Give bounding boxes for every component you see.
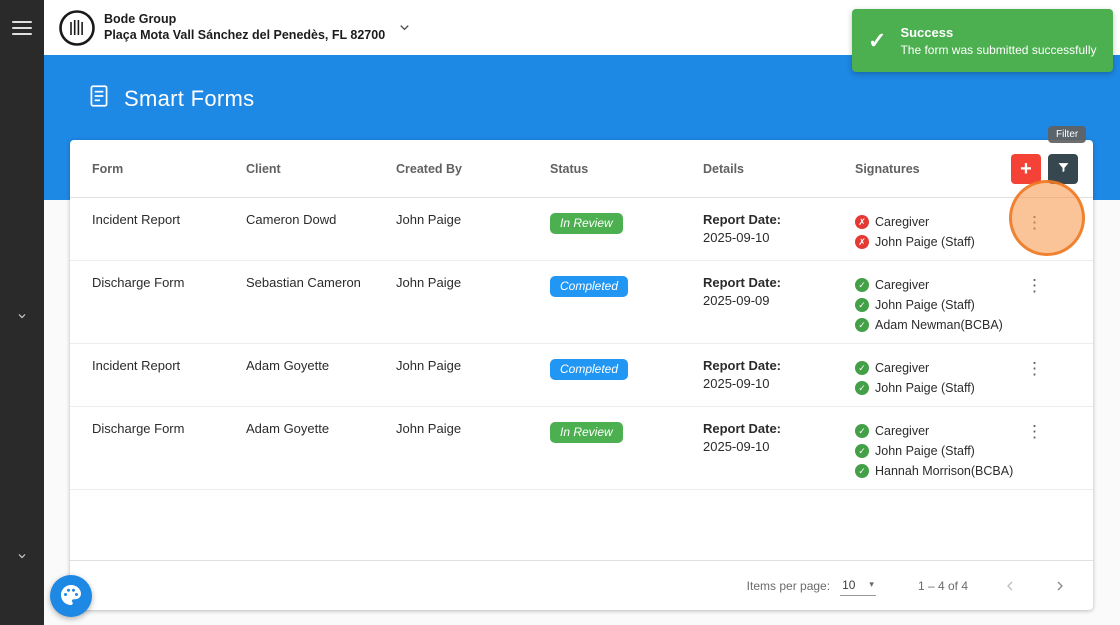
signature-signed-icon: ✓ (855, 318, 869, 332)
column-header-signatures: Signatures (855, 161, 920, 176)
column-header-details: Details (703, 161, 744, 176)
add-form-button[interactable]: + (1011, 154, 1041, 184)
signature-missing-icon: ✗ (855, 235, 869, 249)
report-date-label: Report Date: (703, 421, 782, 436)
signature-name: Caregiver (875, 361, 930, 375)
details-cell: Report Date: 2025-09-09 (703, 272, 855, 308)
table-row: Incident Report Cameron Dowd John Paige … (70, 198, 1093, 261)
org-address: Plaça Mota Vall Sánchez del Penedès, FL … (104, 27, 386, 42)
toast-check-icon: ✓ (868, 27, 887, 53)
signature-signed-icon: ✓ (855, 278, 869, 292)
menu-icon[interactable] (12, 21, 32, 35)
column-header-created-by: Created By (396, 161, 462, 176)
client-cell: Adam Goyette (246, 421, 330, 436)
org-name: Bode Group (104, 11, 177, 26)
signature-name: Caregiver (875, 215, 930, 229)
signature-name: Hannah Morrison(BCBA) (875, 464, 1014, 478)
sidebar (0, 0, 44, 625)
signatures-cell: ✗ Caregiver ✗ John Paige (Staff) (855, 209, 1020, 252)
details-cell: Report Date: 2025-09-10 (703, 209, 855, 245)
signatures-cell: ✓ Caregiver ✓ John Paige (Staff) (855, 355, 1020, 398)
report-date-label: Report Date: (703, 212, 782, 227)
form-cell: Incident Report (92, 212, 181, 227)
signature-signed-icon: ✓ (855, 298, 869, 312)
report-date-label: Report Date: (703, 275, 782, 290)
theme-palette-button[interactable] (50, 575, 92, 617)
select-caret-icon: ▾ (869, 579, 874, 589)
next-page-button[interactable] (1052, 578, 1068, 594)
report-date-value: 2025-09-10 (703, 230, 770, 245)
signature-signed-icon: ✓ (855, 444, 869, 458)
status-badge: Completed (550, 276, 629, 297)
column-header-form: Form (92, 161, 124, 176)
details-cell: Report Date: 2025-09-10 (703, 418, 855, 454)
table-row: Incident Report Adam Goyette John Paige … (70, 344, 1093, 407)
report-date-label: Report Date: (703, 358, 782, 373)
filter-button[interactable] (1048, 154, 1078, 184)
column-header-status: Status (550, 161, 589, 176)
filter-tooltip: Filter (1048, 126, 1087, 143)
row-menu-button[interactable]: ⋮ (1020, 360, 1049, 377)
items-per-page-label: Items per page: (746, 578, 831, 593)
sidebar-chevron-down-icon[interactable] (0, 550, 44, 562)
form-cell: Discharge Form (92, 275, 185, 290)
status-badge: In Review (550, 213, 623, 234)
signature-signed-icon: ✓ (855, 381, 869, 395)
details-cell: Report Date: 2025-09-10 (703, 355, 855, 391)
org-logo-icon (58, 9, 96, 47)
signature-name: John Paige (Staff) (875, 381, 975, 395)
created-by-cell: John Paige (396, 275, 462, 290)
form-cell: Discharge Form (92, 421, 185, 436)
report-date-value: 2025-09-10 (703, 439, 770, 454)
items-per-page-select[interactable]: 10 ▾ (840, 576, 876, 596)
table-row: Discharge Form Adam Goyette John Paige I… (70, 407, 1093, 490)
column-header-client: Client (246, 161, 281, 176)
created-by-cell: John Paige (396, 212, 462, 227)
status-badge: Completed (550, 359, 629, 380)
page-title: Smart Forms (124, 85, 255, 111)
signature-signed-icon: ✓ (855, 361, 869, 375)
filter-icon (1056, 160, 1071, 178)
success-toast: ✓ Success The form was submitted success… (852, 9, 1113, 72)
report-date-value: 2025-09-09 (703, 293, 770, 308)
signature-missing-icon: ✗ (855, 215, 869, 229)
signature-name: Adam Newman(BCBA) (875, 318, 1003, 332)
signatures-cell: ✓ Caregiver ✓ John Paige (Staff) ✓ Adam New… (855, 272, 1020, 335)
status-badge: In Review (550, 422, 623, 443)
signature-name: Caregiver (875, 424, 930, 438)
sidebar-chevron-down-icon[interactable] (0, 310, 44, 322)
toast-message: The form was submitted successfully (900, 42, 1097, 57)
palette-icon (59, 583, 83, 610)
signature-name: John Paige (Staff) (875, 444, 975, 458)
signature-signed-icon: ✓ (855, 464, 869, 478)
smart-forms-table-card: Form Client Created By Status Details Si… (70, 140, 1093, 610)
client-cell: Cameron Dowd (246, 212, 337, 227)
client-cell: Sebastian Cameron (246, 275, 361, 290)
page-range-label: 1 – 4 of 4 (917, 578, 968, 593)
created-by-cell: John Paige (396, 358, 462, 373)
table-row: Discharge Form Sebastian Cameron John Pa… (70, 261, 1093, 344)
org-info: Bode Group Plaça Mota Vall Sánchez del P… (104, 12, 385, 43)
smart-forms-icon (86, 83, 112, 114)
previous-page-button[interactable] (1002, 578, 1018, 594)
created-by-cell: John Paige (396, 421, 462, 436)
paginator: Items per page: 10 ▾ 1 – 4 of 4 (70, 560, 1093, 610)
table-header-row: Form Client Created By Status Details Si… (70, 140, 1093, 198)
signature-name: John Paige (Staff) (875, 298, 975, 312)
items-per-page-value: 10 (842, 577, 856, 592)
row-menu-button[interactable]: ⋮ (1020, 277, 1049, 294)
report-date-value: 2025-09-10 (703, 376, 770, 391)
row-menu-button[interactable]: ⋮ (1020, 214, 1049, 231)
client-cell: Adam Goyette (246, 358, 330, 373)
row-menu-button[interactable]: ⋮ (1020, 423, 1049, 440)
signature-signed-icon: ✓ (855, 424, 869, 438)
org-chevron-down-icon[interactable] (397, 20, 412, 35)
signature-name: Caregiver (875, 278, 930, 292)
signatures-cell: ✓ Caregiver ✓ John Paige (Staff) ✓ Hannah M… (855, 418, 1020, 481)
form-cell: Incident Report (92, 358, 181, 373)
signature-name: John Paige (Staff) (875, 235, 975, 249)
toast-title: Success (900, 24, 954, 40)
